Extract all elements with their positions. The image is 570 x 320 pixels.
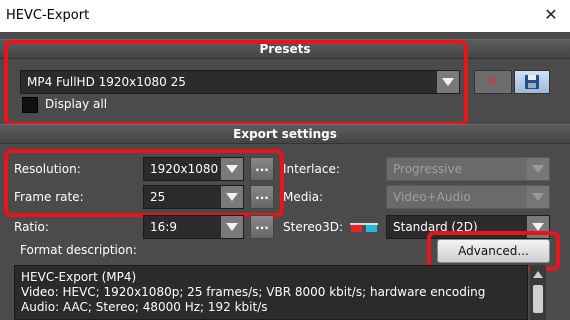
export-settings-header: Export settings <box>0 124 570 144</box>
chevron-down-icon[interactable] <box>527 158 549 180</box>
save-preset-button[interactable] <box>514 70 550 94</box>
description-scrollbar[interactable] <box>530 265 546 320</box>
resolution-framerate-highlight <box>4 149 284 217</box>
chevron-down-icon[interactable] <box>527 186 549 208</box>
x-icon: ✕ <box>487 74 499 90</box>
scroll-thumb[interactable] <box>533 285 543 313</box>
ratio-dropdown[interactable]: 16:9 <box>143 215 244 239</box>
presets-highlight <box>4 40 468 126</box>
delete-preset-button[interactable]: ✕ <box>474 70 512 94</box>
dialog-body: Presets MP4 FullHD 1920x1080 25 Display … <box>0 32 570 320</box>
ratio-value: 16:9 <box>150 220 177 234</box>
media-value: Video+Audio <box>393 190 471 204</box>
interlace-label: Interlace: <box>283 162 340 176</box>
format-description-label: Format description: <box>20 243 137 257</box>
window-title: HEVC-Export <box>6 8 90 23</box>
save-icon <box>525 75 539 89</box>
ratio-more-button[interactable]: ... <box>250 215 274 239</box>
media-dropdown[interactable]: Video+Audio <box>386 185 550 209</box>
interlace-dropdown[interactable]: Progressive <box>386 157 550 181</box>
format-description-line: Audio: AAC; Stereo; 48000 Hz; 192 kbit/s <box>21 300 268 314</box>
title-bar: HEVC-Export ✕ <box>0 0 570 32</box>
ratio-label: Ratio: <box>14 220 49 234</box>
scroll-up-icon[interactable] <box>533 271 543 278</box>
close-icon[interactable]: ✕ <box>540 4 562 26</box>
format-description-text: HEVC-Export (MP4) Video: HEVC; 1920x1080… <box>14 265 528 320</box>
format-description-line: Video: HEVC; 1920x1080p; 25 frames/s; VB… <box>21 285 486 299</box>
stereo3d-label: Stereo3D: <box>283 220 344 234</box>
chevron-down-icon[interactable] <box>221 216 243 238</box>
3d-glasses-icon <box>350 223 378 232</box>
interlace-value: Progressive <box>393 162 463 176</box>
media-label: Media: <box>283 190 324 204</box>
format-description-line: HEVC-Export (MP4) <box>21 270 137 284</box>
